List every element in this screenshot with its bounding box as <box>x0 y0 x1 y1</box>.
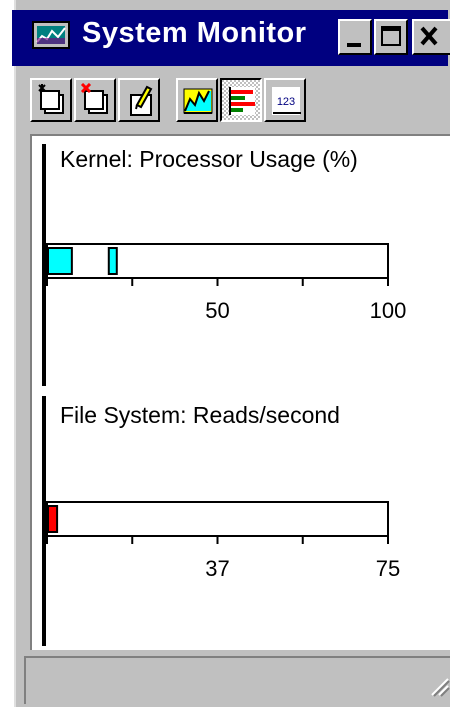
peak-value-marker <box>107 247 118 275</box>
line-chart-view-button[interactable] <box>176 78 218 122</box>
numeric-view-label: 123 <box>277 96 295 108</box>
processor-usage-chart: Kernel: Processor Usage (%) 50 100 <box>32 136 450 388</box>
processor-usage-chart-svg <box>42 144 389 386</box>
bar-chart-view-button[interactable] <box>220 78 262 122</box>
remove-item-button[interactable] <box>74 78 116 122</box>
system-monitor-app-icon[interactable] <box>32 18 72 54</box>
chart-title: File System: Reads/second <box>60 402 340 428</box>
bar-frame <box>46 243 389 279</box>
add-item-button[interactable] <box>30 78 72 122</box>
title-bar[interactable]: System Monitor <box>12 10 450 66</box>
window-title: System Monitor <box>82 17 307 49</box>
tick-label: 37 <box>205 556 230 581</box>
numeric-view-button[interactable]: 123 <box>264 78 306 122</box>
file-system-reads-chart: File System: Reads/second 37 75 <box>32 392 450 650</box>
edit-item-button[interactable] <box>118 78 160 122</box>
tick-label: 75 <box>375 556 401 581</box>
current-value-bar <box>47 505 59 533</box>
current-value-bar <box>47 247 73 275</box>
toolbar: 123 <box>12 74 448 132</box>
resize-grip-icon[interactable] <box>426 673 450 702</box>
chart-area: Kernel: Processor Usage (%) 50 100 File S… <box>30 134 450 650</box>
chart-title: Kernel: Processor Usage (%) <box>60 146 358 172</box>
bar-frame <box>46 501 389 537</box>
minimize-button[interactable] <box>338 19 372 55</box>
tick-label: 100 <box>369 298 407 323</box>
maximize-button[interactable] <box>374 19 408 55</box>
file-system-reads-chart-svg <box>42 396 389 646</box>
tick-label: 50 <box>205 298 230 323</box>
close-button[interactable] <box>412 19 450 55</box>
status-bar <box>24 656 450 704</box>
